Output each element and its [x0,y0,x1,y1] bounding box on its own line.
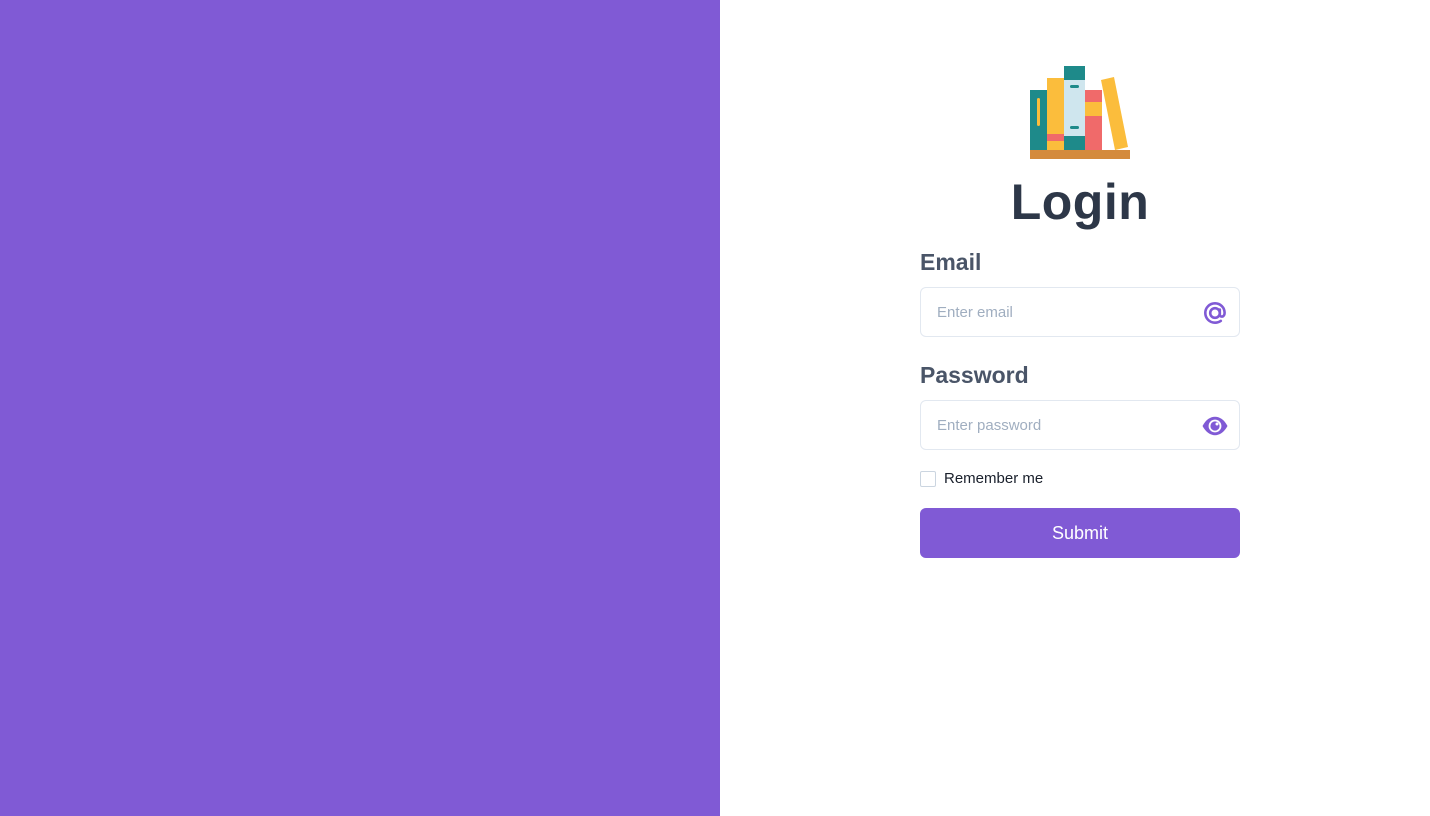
password-input[interactable] [921,401,1239,449]
email-label: Email [920,249,982,275]
decorative-side-panel [0,0,720,816]
email-field-wrapper [920,287,1240,337]
submit-button[interactable]: Submit [920,508,1240,558]
eye-icon[interactable] [1201,412,1229,440]
bookshelf-icon [1030,66,1130,159]
login-page: Login Email Password [0,0,1430,816]
remember-me-label: Remember me [944,470,1044,487]
email-input[interactable] [921,288,1239,336]
login-form: Email Password [920,248,1240,558]
remember-me-row: Remember me [920,470,1240,488]
at-icon [1203,301,1226,325]
login-panel: Login Email Password [720,0,1430,816]
page-title: Login [1010,174,1150,230]
remember-me-checkbox[interactable] [920,471,936,487]
password-label: Password [920,362,1029,388]
password-field-wrapper [920,400,1240,450]
